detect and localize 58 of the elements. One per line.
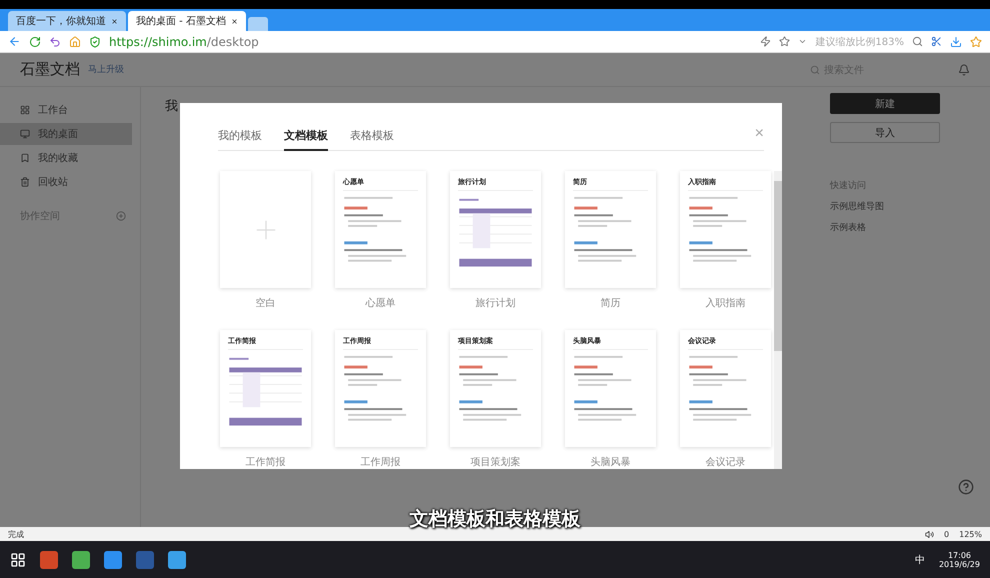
template-name: 空白 <box>256 296 276 310</box>
section-title: 快速访问 <box>830 180 867 192</box>
search-icon <box>810 64 820 74</box>
caret-icon[interactable] <box>798 37 808 46</box>
page-title: 我 <box>165 99 178 114</box>
help-icon[interactable] <box>958 479 974 495</box>
app-logo: 石墨文档 <box>20 60 80 79</box>
dialog-tab[interactable]: 文档模板 <box>284 128 328 151</box>
sidebar-item[interactable]: 我的收藏 <box>0 147 132 169</box>
close-icon[interactable] <box>230 16 238 26</box>
address-field[interactable]: https://shimo.im/desktop <box>109 34 259 48</box>
template-name: 项目策划案 <box>470 456 520 469</box>
close-icon[interactable] <box>111 16 118 26</box>
undo-icon[interactable] <box>49 36 61 48</box>
template-name: 旅行计划 <box>476 296 516 310</box>
quick-access-item[interactable]: 示例表格 <box>830 221 940 234</box>
download-count: 0 <box>944 530 950 538</box>
home-icon[interactable] <box>69 36 81 48</box>
action-button[interactable]: 导入 <box>830 122 940 143</box>
template-name: 头脑风暴 <box>590 456 630 469</box>
sidebar-item-icon <box>20 105 30 115</box>
browser-tab[interactable]: 我的桌面 - 石墨文档 <box>128 11 246 31</box>
download-icon[interactable] <box>950 36 962 48</box>
template-name: 会议记录 <box>706 456 746 469</box>
template-name: 入职指南 <box>706 296 746 310</box>
search-icon[interactable] <box>912 36 923 47</box>
reload-icon[interactable] <box>29 36 41 48</box>
scissors-icon[interactable] <box>931 36 942 47</box>
sidebar-item[interactable]: 回收站 <box>0 171 132 193</box>
bell-icon[interactable] <box>958 64 970 76</box>
dialog-tab[interactable]: 表格模板 <box>350 128 394 151</box>
sidebar-item-icon <box>20 153 30 163</box>
speaker-icon[interactable] <box>925 530 934 538</box>
input-method[interactable]: 中 <box>914 552 925 566</box>
template-name: 心愿单 <box>366 296 396 310</box>
quick-access-item[interactable]: 示例思维导图 <box>830 200 940 213</box>
sidebar-item[interactable]: 工作台 <box>0 99 132 121</box>
lightning-icon[interactable] <box>760 36 772 47</box>
start-icon[interactable] <box>10 552 26 568</box>
template-name: 工作周报 <box>360 456 400 469</box>
clock-date: 2019/6/29 <box>938 560 980 568</box>
browser-tab[interactable]: 百度一下，你就知道 <box>8 11 126 31</box>
add-icon[interactable] <box>116 211 126 221</box>
video-subtitle: 文档模板和表格模板 <box>410 507 580 532</box>
clock-time: 17:06 <box>948 550 972 560</box>
action-button[interactable]: 新建 <box>830 93 940 114</box>
dialog-tab[interactable]: 我的模板 <box>218 128 262 151</box>
status-text: 完成 <box>8 528 24 540</box>
template-name: 简历 <box>600 297 620 310</box>
star-icon[interactable] <box>970 36 982 48</box>
zoom-level[interactable]: 125% <box>959 530 982 538</box>
star-icon[interactable] <box>779 36 790 47</box>
shield-icon <box>89 36 101 48</box>
scrollbar[interactable] <box>774 171 782 469</box>
sidebar-item-icon <box>20 177 30 187</box>
back-icon[interactable] <box>8 35 21 48</box>
sidebar-item-icon <box>20 129 30 139</box>
template-name: 工作简报 <box>246 456 286 469</box>
